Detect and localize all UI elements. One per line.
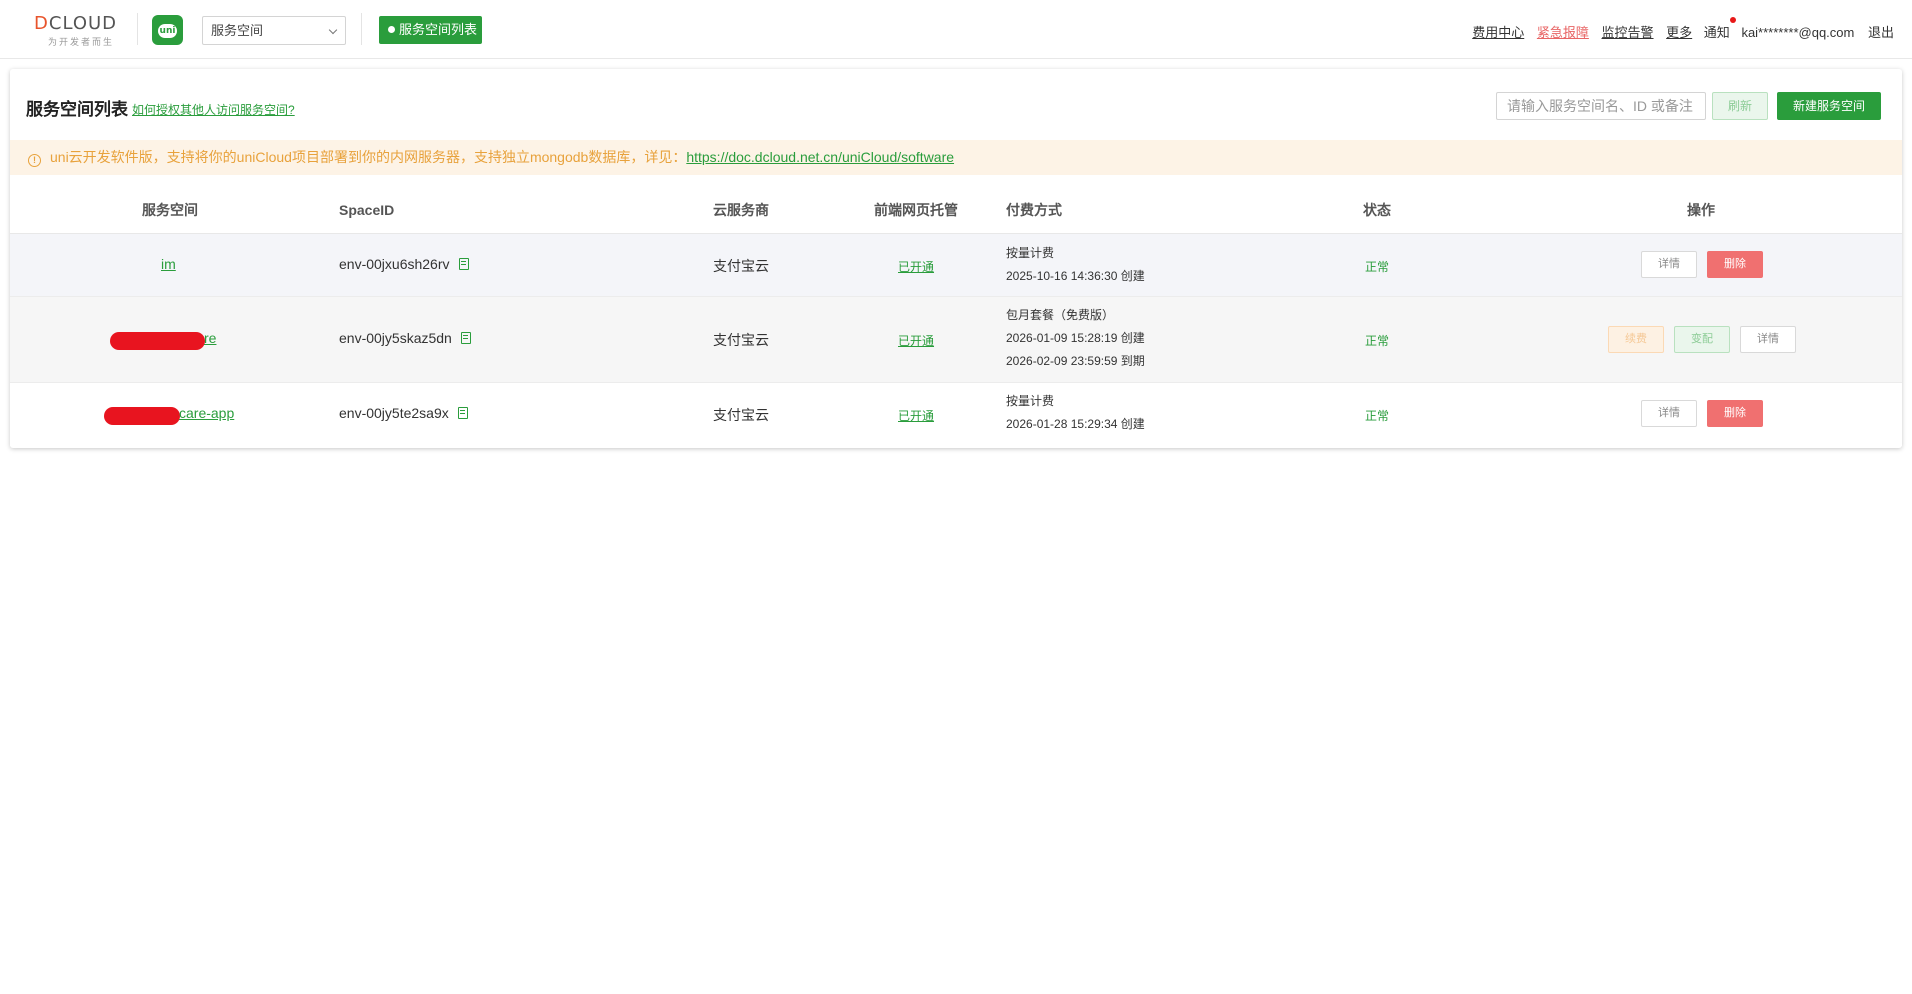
logo-subtitle: 为开发者而生 [48, 37, 115, 47]
change-plan-button[interactable]: 变配 [1674, 326, 1730, 353]
pay-type: 按量计费 [1006, 246, 1055, 260]
dot-icon [388, 26, 395, 33]
payment-cell: 包月套餐（免费版） 2026-01-09 15:28:19 创建 2026-02… [1006, 304, 1145, 373]
billing-center-link[interactable]: 费用中心 [1472, 25, 1524, 40]
table-header: 服务空间 SpaceID 云服务商 前端网页托管 付费方式 状态 操作 [10, 186, 1902, 234]
emergency-report-link[interactable]: 紧急报障 [1537, 25, 1589, 40]
space-id-cell: env-00jy5skaz5dn [339, 330, 471, 346]
notice-text: uni云开发软件版，支持将你的uniCloud项目部署到你的内网服务器，支持独立… [50, 149, 687, 165]
dcloud-logo[interactable]: DCLOUD 为开发者而生 [34, 13, 124, 49]
col-header-status: 状态 [1363, 202, 1391, 218]
table-row: care-app env-00jy5te2sa9x 支付宝云 已开通 按量计费 … [10, 383, 1902, 446]
detail-button[interactable]: 详情 [1641, 251, 1697, 278]
delete-button[interactable]: 删除 [1707, 251, 1763, 278]
space-name-link[interactable]: im [161, 256, 176, 272]
col-header-provider: 云服务商 [713, 202, 769, 218]
card-header: 服务空间列表 如何授权其他人访问服务空间? 刷新 新建服务空间 [10, 69, 1902, 139]
notification-badge [1729, 17, 1736, 23]
created-time: 2025-10-16 14:36:30 创建 [1006, 269, 1145, 283]
space-name-link[interactable]: re [204, 330, 216, 346]
payment-cell: 按量计费 2025-10-16 14:36:30 创建 [1006, 242, 1145, 288]
space-type-select[interactable]: 服务空间 [202, 16, 346, 45]
col-header-actions: 操作 [1687, 202, 1715, 218]
col-header-payment: 付费方式 [1006, 202, 1062, 218]
header-divider [137, 13, 138, 45]
copy-icon[interactable] [458, 258, 469, 270]
hosting-status-link[interactable]: 已开通 [898, 258, 934, 275]
logout-button[interactable]: 退出 [1868, 25, 1894, 40]
status-badge: 正常 [1365, 334, 1390, 348]
delete-button[interactable]: 删除 [1707, 400, 1763, 427]
payment-cell: 按量计费 2026-01-28 15:29:34 创建 [1006, 390, 1145, 436]
space-list-card: 服务空间列表 如何授权其他人访问服务空间? 刷新 新建服务空间 ! uni云开发软… [10, 69, 1902, 448]
copy-icon[interactable] [460, 332, 471, 344]
chevron-down-icon [328, 25, 338, 35]
col-header-space: 服务空间 [142, 202, 198, 218]
pay-type: 包月套餐（免费版） [1006, 308, 1115, 322]
search-input[interactable] [1496, 92, 1706, 120]
status-badge: 正常 [1365, 409, 1390, 423]
renew-button[interactable]: 续费 [1608, 326, 1664, 353]
space-id-cell: env-00jxu6sh26rv [339, 256, 469, 272]
notice-link[interactable]: https://doc.dcloud.net.cn/uniCloud/softw… [686, 149, 954, 165]
monitor-alert-link[interactable]: 监控告警 [1602, 25, 1654, 40]
status-badge: 正常 [1365, 260, 1390, 274]
redaction-mark [110, 332, 205, 350]
uni-app-icon[interactable]: uni [152, 15, 183, 45]
hosting-status-link[interactable]: 已开通 [898, 332, 934, 349]
table-row: im env-00jxu6sh26rv 支付宝云 已开通 按量计费 2025-1… [10, 234, 1902, 297]
table-row: re env-00jy5skaz5dn 支付宝云 已开通 包月套餐（免费版） 2… [10, 297, 1902, 383]
detail-button[interactable]: 详情 [1740, 326, 1796, 353]
created-time: 2026-01-28 15:29:34 创建 [1006, 417, 1145, 431]
space-id-cell: env-00jy5te2sa9x [339, 405, 468, 421]
provider-cell: 支付宝云 [713, 407, 769, 423]
info-icon: ! [28, 154, 41, 167]
provider-cell: 支付宝云 [713, 258, 769, 274]
space-select-value: 服务空间 [211, 23, 264, 38]
breadcrumb-active-tab[interactable]: 服务空间列表 [379, 16, 482, 44]
created-time: 2026-01-09 15:28:19 创建 [1006, 331, 1145, 345]
space-name-link[interactable]: care-app [179, 405, 234, 421]
col-header-hosting: 前端网页托管 [874, 202, 958, 218]
copy-icon[interactable] [457, 407, 468, 419]
top-right-nav: 费用中心 紧急报障 监控告警 更多 通知 kai********@qq.com … [1463, 17, 1894, 40]
notify-button[interactable]: 通知 [1704, 17, 1736, 40]
more-link[interactable]: 更多 [1666, 25, 1692, 40]
logo-text: DCLOUD [34, 13, 118, 34]
page-title: 服务空间列表 [26, 100, 128, 119]
provider-cell: 支付宝云 [713, 332, 769, 348]
top-navbar: DCLOUD 为开发者而生 uni 服务空间 服务空间列表 费用中心 紧急报障 … [0, 0, 1912, 59]
redaction-mark [104, 407, 180, 425]
expire-time: 2026-02-09 23:59:59 到期 [1006, 354, 1145, 368]
new-space-button[interactable]: 新建服务空间 [1777, 92, 1881, 120]
detail-button[interactable]: 详情 [1641, 400, 1697, 427]
user-email[interactable]: kai********@qq.com [1741, 25, 1854, 40]
header-divider [361, 13, 362, 45]
notice-banner: ! uni云开发软件版，支持将你的uniCloud项目部署到你的内网服务器，支持独… [10, 140, 1902, 175]
pay-type: 按量计费 [1006, 394, 1055, 408]
col-header-spaceid: SpaceID [339, 202, 395, 218]
hosting-status-link[interactable]: 已开通 [898, 407, 934, 424]
auth-help-link[interactable]: 如何授权其他人访问服务空间? [132, 101, 295, 118]
refresh-button[interactable]: 刷新 [1712, 92, 1768, 120]
